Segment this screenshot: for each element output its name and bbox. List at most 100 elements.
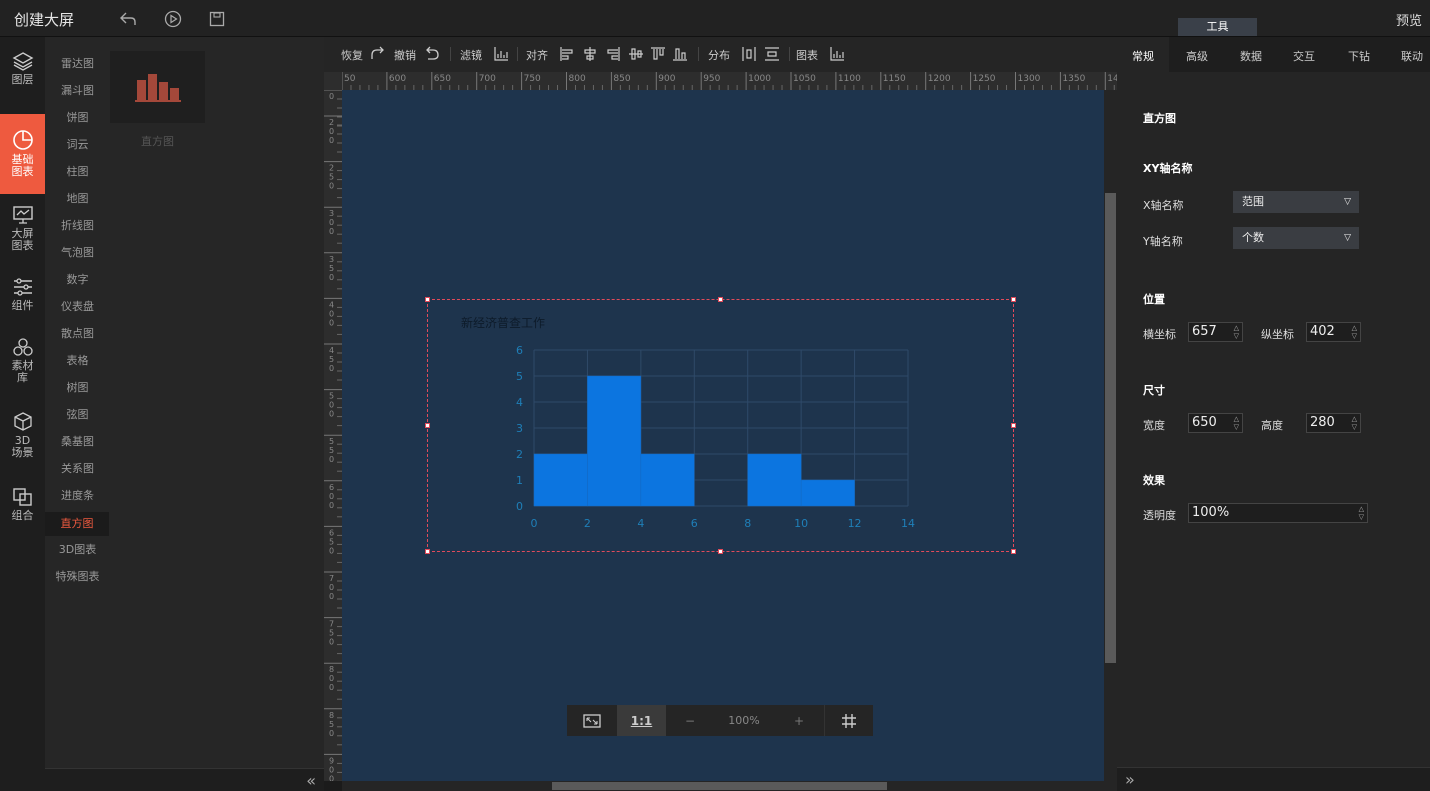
chevron-down-icon: ▽ bbox=[1344, 233, 1351, 243]
align-top-icon[interactable] bbox=[650, 46, 666, 62]
save-icon[interactable] bbox=[207, 9, 227, 29]
align-left-icon[interactable] bbox=[559, 46, 575, 62]
stepper-arrows-icon[interactable]: △ ▽ bbox=[1352, 415, 1357, 431]
vertical-ruler[interactable]: 0 200 250 300 350 400 450 500 550 600 650 700 750 800… bbox=[324, 90, 342, 781]
category-map[interactable]: 地图 bbox=[45, 188, 110, 210]
resize-handle-top[interactable] bbox=[718, 297, 723, 302]
stepper-arrows-icon[interactable]: △ ▽ bbox=[1234, 415, 1239, 431]
ruler-h-label: 700 bbox=[479, 74, 496, 84]
preview-button[interactable]: 预览 bbox=[1396, 10, 1422, 29]
stepper-arrows-icon[interactable]: △ ▽ bbox=[1234, 324, 1239, 340]
height-input[interactable]: 280 △ ▽ bbox=[1306, 413, 1361, 433]
stepper-arrows-icon[interactable]: △ ▽ bbox=[1359, 505, 1364, 521]
nav-label-basic-charts: 基础 图表 bbox=[11, 153, 34, 178]
category-pie[interactable]: 饼图 bbox=[45, 107, 110, 129]
play-icon[interactable] bbox=[163, 9, 183, 29]
category-tree[interactable]: 树图 bbox=[45, 377, 110, 399]
category-special[interactable]: 特殊图表 bbox=[45, 566, 110, 588]
back-icon[interactable] bbox=[118, 9, 138, 29]
horizontal-scrollbar-thumb[interactable] bbox=[552, 782, 887, 790]
tab-linkage[interactable]: 联动 bbox=[1401, 48, 1423, 64]
category-line[interactable]: 折线图 bbox=[45, 215, 110, 237]
tab-interaction[interactable]: 交互 bbox=[1293, 48, 1315, 64]
undo-icon[interactable] bbox=[424, 46, 440, 62]
tab-advanced[interactable]: 高级 bbox=[1186, 48, 1208, 64]
vertical-scrollbar-thumb[interactable] bbox=[1105, 193, 1116, 663]
x-tick-label: 6 bbox=[691, 517, 698, 530]
x-axis-name-select[interactable]: 范围 ▽ bbox=[1233, 191, 1359, 213]
y-axis-name-select[interactable]: 个数 ▽ bbox=[1233, 227, 1359, 249]
horizontal-ruler[interactable]: 50 600 650 700 750 800 850 900 950 1000 1050 1100 11… bbox=[342, 72, 1117, 90]
distribute-h-icon[interactable] bbox=[741, 46, 757, 62]
left-nav: 图层 基础 图表 大屏 图表 组件 素材 库 3D 场景 组合 bbox=[0, 37, 45, 791]
zoom-in-button[interactable]: + bbox=[774, 705, 824, 736]
x-coordinate-input[interactable]: 657 △ ▽ bbox=[1188, 322, 1243, 342]
category-number[interactable]: 数字 bbox=[45, 269, 110, 291]
nav-item-screen-charts[interactable]: 大屏 图表 bbox=[0, 205, 45, 260]
tab-drilldown[interactable]: 下钻 bbox=[1348, 48, 1370, 64]
opacity-input[interactable]: 100% △ ▽ bbox=[1188, 503, 1368, 523]
undo-button[interactable]: 撤销 bbox=[394, 47, 416, 63]
stepper-arrows-icon[interactable]: △ ▽ bbox=[1352, 324, 1357, 340]
zoom-bar: 1:1 − 100% + bbox=[567, 705, 873, 736]
chart-button[interactable]: 图表 bbox=[796, 47, 818, 63]
x-tick-label: 8 bbox=[744, 517, 751, 530]
category-gauge[interactable]: 仪表盘 bbox=[45, 296, 110, 318]
category-3d-chart[interactable]: 3D图表 bbox=[45, 539, 110, 561]
align-button[interactable]: 对齐 bbox=[526, 47, 548, 63]
resize-handle-left[interactable] bbox=[425, 423, 430, 428]
y-coordinate-input[interactable]: 402 △ ▽ bbox=[1306, 322, 1361, 342]
resize-handle-bottom[interactable] bbox=[718, 549, 723, 554]
ruler-v-label: 850 bbox=[329, 711, 334, 738]
resize-handle-bottom-left[interactable] bbox=[425, 549, 430, 554]
resize-handle-bottom-right[interactable] bbox=[1011, 549, 1016, 554]
category-scatter[interactable]: 散点图 bbox=[45, 323, 110, 345]
nav-item-3d-scene[interactable]: 3D 场景 bbox=[0, 412, 45, 467]
align-bottom-icon[interactable] bbox=[672, 46, 688, 62]
expand-right-icon[interactable]: » bbox=[1125, 770, 1135, 789]
nav-item-materials[interactable]: 素材 库 bbox=[0, 337, 45, 395]
histogram-component[interactable]: 新经济普查工作 0 1 2 3 4 5 6 0 2 4 6 8 10 12 14 bbox=[425, 297, 1016, 554]
nav-item-combine[interactable]: 组合 bbox=[0, 487, 45, 532]
tab-data[interactable]: 数据 bbox=[1240, 48, 1262, 64]
category-bubble[interactable]: 气泡图 bbox=[45, 242, 110, 264]
category-progress[interactable]: 进度条 bbox=[45, 485, 110, 507]
filter-chart-icon[interactable] bbox=[493, 46, 509, 62]
zoom-out-button[interactable]: − bbox=[666, 705, 714, 736]
category-bar[interactable]: 柱图 bbox=[45, 161, 110, 183]
resize-handle-top-right[interactable] bbox=[1011, 297, 1016, 302]
tab-general[interactable]: 常规 bbox=[1132, 48, 1154, 64]
align-center-h-icon[interactable] bbox=[582, 46, 598, 62]
nav-item-components[interactable]: 组件 bbox=[0, 277, 45, 322]
category-sankey[interactable]: 桑基图 bbox=[45, 431, 110, 453]
category-chord[interactable]: 弦图 bbox=[45, 404, 110, 426]
width-input[interactable]: 650 △ ▽ bbox=[1188, 413, 1243, 433]
zoom-1to1-button[interactable]: 1:1 bbox=[617, 705, 666, 736]
category-histogram[interactable]: 直方图 bbox=[45, 512, 109, 536]
nav-item-layers[interactable]: 图层 bbox=[0, 51, 45, 99]
resize-handle-right[interactable] bbox=[1011, 423, 1016, 428]
category-radar[interactable]: 雷达图 bbox=[45, 53, 110, 75]
distribute-v-icon[interactable] bbox=[764, 46, 780, 62]
align-right-icon[interactable] bbox=[605, 46, 621, 62]
tool-tab[interactable]: 工具 bbox=[1178, 18, 1257, 36]
nav-item-basic-charts[interactable]: 基础 图表 bbox=[0, 114, 45, 194]
fit-screen-button[interactable] bbox=[567, 705, 617, 736]
histogram-thumbnail[interactable] bbox=[110, 51, 205, 123]
align-center-v-icon[interactable] bbox=[628, 46, 644, 62]
category-table[interactable]: 表格 bbox=[45, 350, 110, 372]
distribute-button[interactable]: 分布 bbox=[708, 47, 730, 63]
category-wordcloud[interactable]: 词云 bbox=[45, 134, 110, 156]
chart-icon[interactable] bbox=[829, 46, 845, 62]
ruler-v-label: 500 bbox=[329, 392, 334, 419]
resize-handle-top-left[interactable] bbox=[425, 297, 430, 302]
category-funnel[interactable]: 漏斗图 bbox=[45, 80, 110, 102]
redo-button[interactable]: 恢复 bbox=[341, 47, 363, 63]
filter-button[interactable]: 滤镜 bbox=[460, 47, 482, 63]
category-relation[interactable]: 关系图 bbox=[45, 458, 110, 480]
x-coordinate-label: 横坐标 bbox=[1143, 328, 1176, 341]
grid-toggle-button[interactable] bbox=[824, 705, 873, 736]
collapse-left-icon[interactable]: « bbox=[306, 771, 316, 790]
y-tick-label: 3 bbox=[516, 422, 523, 435]
redo-icon[interactable] bbox=[370, 46, 386, 62]
